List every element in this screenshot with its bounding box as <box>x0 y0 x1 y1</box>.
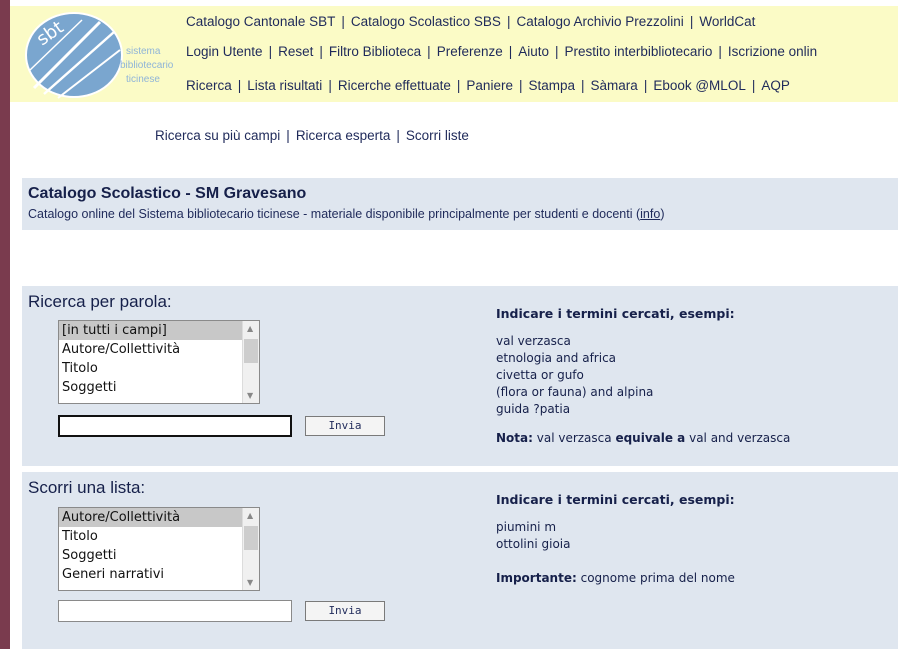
nav-catalogo-scolastico[interactable]: Catalogo Scolastico SBS <box>351 14 501 29</box>
page-frame: sbt sistema bibliotecario ticinese Catal… <box>10 0 898 649</box>
scroll-thumb[interactable] <box>244 339 258 363</box>
example-line: ottolini gioia <box>496 537 571 551</box>
browse-list-title: Scorri una lista: <box>28 478 146 497</box>
nav-row-catalogs: Catalogo Cantonale SBT | Catalogo Scolasti… <box>186 14 756 29</box>
nav-login[interactable]: Login Utente <box>186 44 263 59</box>
header-bar: sbt sistema bibliotecario ticinese Catal… <box>10 6 898 102</box>
listbox-scrollbar[interactable]: ▲ ▼ <box>242 508 259 590</box>
sbt-logo[interactable]: sbt sistema bibliotecario ticinese <box>22 10 182 100</box>
browse-submit-button[interactable]: Invia <box>305 601 385 621</box>
nav-aiuto[interactable]: Aiuto <box>518 44 549 59</box>
catalog-info-box: Catalogo Scolastico - SM Gravesano Catal… <box>22 178 898 230</box>
nav-ricerche-effettuate[interactable]: Ricerche effettuate <box>338 78 451 93</box>
listbox-scrollbar[interactable]: ▲ ▼ <box>242 321 259 403</box>
word-search-panel: Ricerca per parola: [in tutti i campi] A… <box>22 286 898 466</box>
nav-ricerca-piu-campi[interactable]: Ricerca su più campi <box>155 128 280 143</box>
help-title: Indicare i termini cercati, esempi: <box>496 492 735 507</box>
nav-filtro-biblioteca[interactable]: Filtro Biblioteca <box>329 44 421 59</box>
note-text2: val and verzasca <box>685 431 791 445</box>
help-note: Importante: cognome prima del nome <box>496 571 735 585</box>
note-label: Importante: <box>496 571 577 585</box>
nav-aqp[interactable]: AQP <box>761 78 790 93</box>
browse-field-list[interactable]: Autore/Collettività Titolo Soggetti Gene… <box>58 507 260 591</box>
nav-iscrizione[interactable]: Iscrizione onlin <box>728 44 817 59</box>
search-mode-nav: Ricerca su più campi | Ricerca esperta | Sco… <box>155 128 469 143</box>
example-line: piumini m <box>496 520 557 534</box>
word-search-title: Ricerca per parola: <box>28 292 172 311</box>
nav-row-user: Login Utente | Reset | Filtro Biblioteca | Pre… <box>186 44 818 59</box>
example-line: civetta or gufo <box>496 368 584 382</box>
browse-list-panel: Scorri una lista: Autore/Collettività Ti… <box>22 472 898 649</box>
nav-preferenze[interactable]: Preferenze <box>437 44 503 59</box>
field-option[interactable]: Soggetti <box>59 546 242 565</box>
catalog-description: Catalogo online del Sistema bibliotecari… <box>28 207 664 221</box>
word-search-submit-button[interactable]: Invia <box>305 416 385 436</box>
scroll-down-icon[interactable]: ▼ <box>247 578 253 587</box>
field-option[interactable]: Generi narrativi <box>59 565 242 584</box>
browse-help: Indicare i termini cercati, esempi: pium… <box>496 492 735 585</box>
nav-lista-risultati[interactable]: Lista risultati <box>247 78 322 93</box>
scroll-down-icon[interactable]: ▼ <box>247 391 253 400</box>
nav-scorri-liste[interactable]: Scorri liste <box>406 128 469 143</box>
nav-reset[interactable]: Reset <box>278 44 313 59</box>
example-line: (flora or fauna) and alpina <box>496 385 654 399</box>
catalog-title: Catalogo Scolastico - SM Gravesano <box>28 185 307 202</box>
nav-stampa[interactable]: Stampa <box>528 78 575 93</box>
nav-ricerca[interactable]: Ricerca <box>186 78 232 93</box>
scroll-thumb[interactable] <box>244 526 258 550</box>
field-option[interactable]: Autore/Collettività <box>59 508 242 527</box>
note-text: cognome prima del nome <box>576 571 735 585</box>
word-search-input[interactable] <box>58 415 292 437</box>
scroll-up-icon[interactable]: ▲ <box>247 511 253 520</box>
field-option[interactable]: Titolo <box>59 527 242 546</box>
browse-input[interactable] <box>58 600 292 622</box>
help-title: Indicare i termini cercati, esempi: <box>496 306 735 321</box>
word-search-field-list[interactable]: [in tutti i campi] Autore/Collettività T… <box>58 320 260 404</box>
example-line: val verzasca <box>496 334 571 348</box>
note-text1: val verzasca <box>532 431 616 445</box>
nav-ricerca-esperta[interactable]: Ricerca esperta <box>296 128 391 143</box>
example-line: guida ?patia <box>496 402 571 416</box>
nav-catalogo-prezzolini[interactable]: Catalogo Archivio Prezzolini <box>516 14 683 29</box>
nav-samara[interactable]: Sàmara <box>591 78 638 93</box>
note-label: Nota: <box>496 431 533 445</box>
nav-ebook-mlol[interactable]: Ebook @MLOL <box>653 78 746 93</box>
catalog-description-end: ) <box>660 207 665 221</box>
catalog-description-text: Catalogo online del Sistema bibliotecari… <box>28 207 641 221</box>
word-search-help: Indicare i termini cercati, esempi: val … <box>496 306 790 445</box>
nav-prestito[interactable]: Prestito interbibliotecario <box>565 44 713 59</box>
nav-catalogo-cantonale[interactable]: Catalogo Cantonale SBT <box>186 14 335 29</box>
field-option[interactable]: [in tutti i campi] <box>59 321 242 340</box>
nav-row-search: Ricerca | Lista risultati | Ricerche effettu… <box>186 78 790 93</box>
note-bold: equivale a <box>615 431 686 445</box>
logo-line2: bibliotecario <box>120 60 174 71</box>
example-line: etnologia and africa <box>496 351 617 365</box>
logo-line3: ticinese <box>126 74 160 85</box>
help-note: Nota: val verzasca equivale a val and ve… <box>496 431 790 445</box>
field-option[interactable]: Soggetti <box>59 378 242 397</box>
scroll-up-icon[interactable]: ▲ <box>247 324 253 333</box>
nav-worldcat[interactable]: WorldCat <box>699 14 755 29</box>
nav-paniere[interactable]: Paniere <box>466 78 513 93</box>
field-option[interactable]: Titolo <box>59 359 242 378</box>
logo-line1: sistema <box>126 46 161 57</box>
field-option[interactable]: Autore/Collettività <box>59 340 242 359</box>
info-link[interactable]: info <box>640 207 660 221</box>
